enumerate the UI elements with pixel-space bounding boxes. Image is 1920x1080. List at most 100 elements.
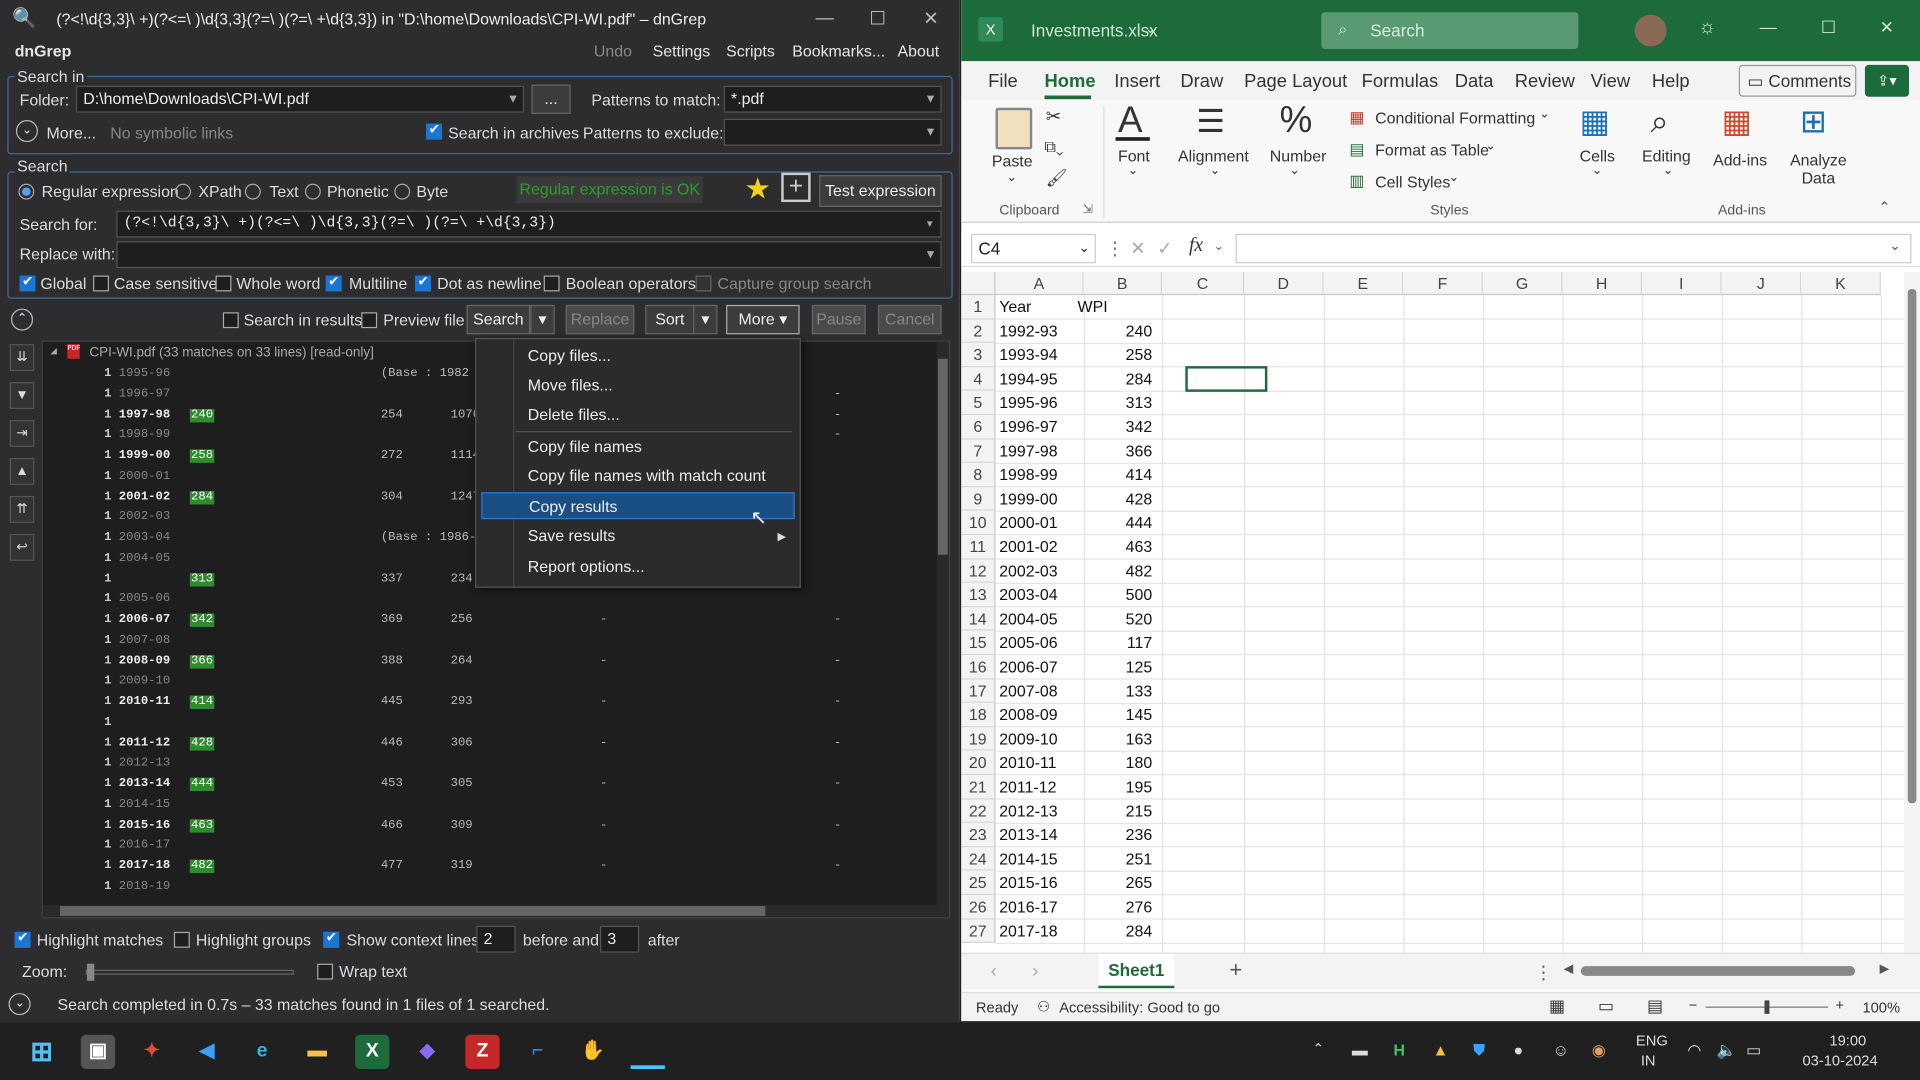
analyze-data-label[interactable]: Analyze Data (1788, 151, 1849, 188)
menu-move-files[interactable]: Move files... (481, 372, 794, 399)
conditional-formatting-icon[interactable]: ▦ (1349, 108, 1364, 128)
column-header[interactable]: H (1562, 271, 1643, 296)
menu-bookmarks[interactable]: Bookmarks... (792, 42, 885, 60)
page-break-icon[interactable]: ▤ (1647, 996, 1663, 1017)
tab-help[interactable]: Help (1652, 71, 1690, 92)
row-header[interactable]: 5 (961, 391, 996, 416)
formula-input[interactable] (1235, 233, 1912, 264)
row-header[interactable]: 21 (961, 775, 996, 800)
clock-date[interactable]: 03-10-2024 (1802, 1052, 1877, 1069)
add-sheet-icon[interactable]: + (1229, 958, 1242, 984)
row-header[interactable]: 9 (961, 487, 996, 512)
tab-file[interactable]: File (988, 71, 1018, 92)
editing-label[interactable]: Editing (1642, 147, 1691, 165)
name-box[interactable]: C4 ⌄ (971, 233, 1096, 264)
tab-data[interactable]: Data (1455, 71, 1494, 92)
number-dropdown-icon[interactable]: ⌄ (1289, 164, 1299, 177)
cell-a[interactable]: 2000-01 (999, 511, 1057, 535)
radio-phonetic[interactable] (304, 183, 321, 200)
cells-label[interactable]: Cells (1580, 147, 1615, 165)
menu-scripts[interactable]: Scripts (726, 42, 775, 60)
row-header[interactable]: 17 (961, 679, 996, 704)
cell-b[interactable]: 284 (1084, 367, 1153, 391)
row-header[interactable]: 7 (961, 439, 996, 464)
cell-a[interactable]: 2016-17 (999, 895, 1057, 919)
result-line[interactable]: 1 2008-09 366 388 264 - - (43, 652, 949, 672)
cell-a[interactable]: 2001-02 (999, 535, 1057, 559)
zoom-slider-thumb[interactable] (86, 963, 95, 981)
next-match-icon[interactable]: ▼ (9, 382, 35, 409)
cell-a[interactable]: 2015-16 (999, 871, 1057, 895)
tab-home[interactable]: Home (1044, 71, 1095, 92)
maximize-icon[interactable]: ☐ (1821, 17, 1836, 38)
radio-byte[interactable] (394, 183, 411, 200)
grid-vscroll[interactable] (1904, 271, 1920, 953)
result-line[interactable]: 1 2009-10 (43, 673, 949, 693)
paste-label[interactable]: Paste (992, 152, 1033, 170)
chevron-up-icon[interactable]: ⌃ (11, 308, 34, 331)
column-header[interactable]: C (1162, 271, 1245, 296)
font-dropdown-icon[interactable]: ⌄ (1128, 164, 1138, 177)
minimize-icon[interactable]: — (1760, 17, 1777, 37)
cell-a[interactable]: 1992-93 (999, 319, 1057, 343)
cell-a[interactable]: 2008-09 (999, 703, 1057, 727)
cell-b[interactable]: 125 (1084, 655, 1153, 679)
capture-group-checkbox[interactable] (695, 275, 712, 292)
cell-b[interactable]: 236 (1084, 823, 1153, 847)
expand-arrow-icon[interactable]: ◢ (50, 345, 57, 357)
column-header[interactable]: A (995, 271, 1084, 296)
result-line[interactable]: 1 2017-18 482 477 319 - - (43, 857, 949, 877)
tab-formulas[interactable]: Formulas (1362, 71, 1439, 92)
font-label[interactable]: Font (1118, 147, 1150, 165)
menu-copy-file-names[interactable]: Copy file names (481, 433, 794, 460)
row-header[interactable]: 1 (961, 295, 996, 320)
plus-icon[interactable]: + (781, 172, 811, 203)
row-header[interactable]: 19 (961, 727, 996, 752)
tab-review[interactable]: Review (1515, 71, 1575, 92)
dot-newline-checkbox[interactable] (415, 273, 432, 292)
multiline-checkbox[interactable] (325, 273, 342, 292)
cell-b[interactable]: 117 (1084, 631, 1152, 655)
row-header[interactable]: 3 (961, 343, 996, 368)
row-header[interactable]: 25 (961, 871, 996, 896)
dngrep-taskbar-icon[interactable] (630, 1035, 665, 1069)
highlight-matches-checkbox[interactable] (14, 929, 31, 948)
replace-with-input[interactable] (116, 241, 942, 269)
return-icon[interactable]: ↩ (9, 533, 35, 561)
row-header[interactable]: 18 (961, 703, 996, 728)
results-vscroll-thumb[interactable] (937, 358, 948, 555)
cell-b[interactable]: 133 (1084, 679, 1153, 703)
collapse-ribbon-icon[interactable]: ⌃ (1878, 198, 1890, 215)
close-icon[interactable]: ✕ (923, 7, 938, 30)
cell-a[interactable]: 1994-95 (999, 367, 1057, 391)
row-header[interactable]: 20 (961, 751, 996, 776)
cell-b[interactable]: 342 (1084, 415, 1153, 439)
cell-a[interactable]: 2005-06 (999, 631, 1057, 655)
paint-app-icon[interactable]: ✦ (135, 1035, 169, 1069)
results-vscroll[interactable] (936, 341, 949, 918)
pause-button[interactable]: Pause (811, 304, 866, 335)
editing-dropdown-icon[interactable]: ⌄ (1663, 164, 1673, 177)
cell-styles-label[interactable]: Cell Styles (1375, 173, 1450, 191)
editing-icon[interactable]: ⌕ (1651, 103, 1669, 142)
alignment-dropdown-icon[interactable]: ⌄ (1210, 164, 1220, 177)
column-header[interactable]: I (1642, 271, 1722, 296)
zoom-slider[interactable] (85, 963, 294, 981)
radio-regex[interactable] (18, 183, 35, 200)
results-hscroll-thumb[interactable] (60, 906, 766, 916)
row-header[interactable]: 6 (961, 415, 996, 440)
menu-copy-names-count[interactable]: Copy file names with match count (481, 463, 794, 490)
whole-word-checkbox[interactable] (215, 275, 232, 292)
row-header[interactable]: 24 (961, 847, 996, 872)
file-name[interactable]: Investments.xlsx (1031, 21, 1158, 41)
cell-a[interactable]: 2012-13 (999, 799, 1057, 823)
cell-a[interactable]: Year (999, 295, 1031, 319)
row-header[interactable]: 10 (961, 511, 996, 536)
cell-b[interactable]: 163 (1084, 727, 1153, 751)
cell-b[interactable]: 195 (1084, 775, 1153, 799)
tab-view[interactable]: View (1591, 71, 1630, 92)
alignment-label[interactable]: Alignment (1178, 147, 1249, 165)
cell-a[interactable]: 2014-15 (999, 847, 1057, 871)
cell-b[interactable]: 463 (1084, 535, 1153, 559)
cell-b[interactable]: 258 (1084, 343, 1153, 367)
